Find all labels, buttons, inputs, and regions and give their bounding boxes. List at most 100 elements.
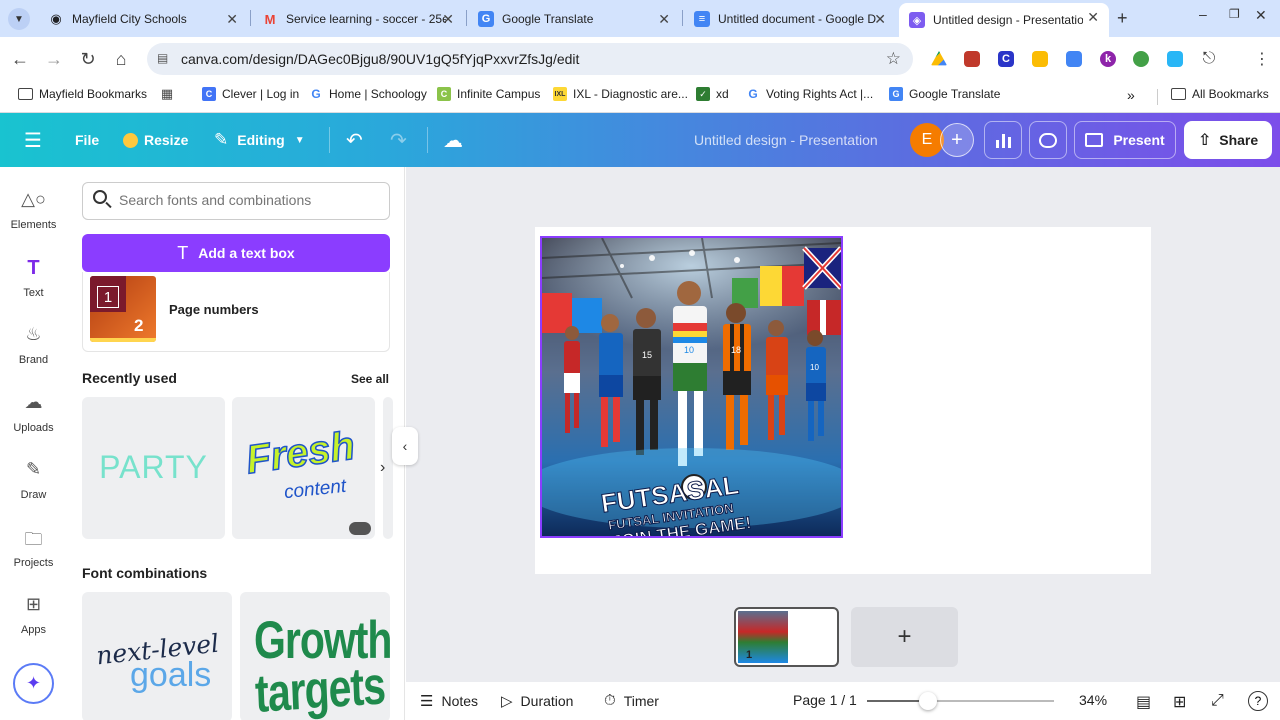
more-menu-icon[interactable]: ⋮: [1250, 47, 1274, 71]
search-input[interactable]: [119, 192, 379, 208]
bookmark-infinite-campus[interactable]: C Infinite Campus: [437, 87, 540, 101]
yellow-extension-icon[interactable]: [1032, 51, 1048, 67]
rail-item-apps[interactable]: ⊞ Apps: [0, 594, 67, 636]
comments-button[interactable]: [1029, 121, 1067, 159]
page-indicator[interactable]: Page 1 / 1: [793, 692, 857, 708]
tab-mayfield[interactable]: ◉ Mayfield City Schools ✕: [38, 5, 248, 33]
bookmark-ixl[interactable]: IXL IXL - Diagnostic are...: [553, 87, 688, 101]
add-collaborator-button[interactable]: +: [940, 123, 974, 157]
back-arrow-icon[interactable]: ←: [8, 47, 32, 71]
recent-party-card[interactable]: PARTY: [82, 397, 225, 539]
futsal-poster-image[interactable]: 15 10 18 10 FUTSASAL FUTSAL INVITATION J…: [540, 236, 843, 538]
download-extension-icon[interactable]: [1167, 51, 1183, 67]
share-button[interactable]: ⇧ Share: [1184, 121, 1272, 159]
reload-icon[interactable]: ↻: [76, 47, 100, 71]
book-extension-icon[interactable]: [964, 51, 980, 67]
avatar[interactable]: E: [910, 123, 944, 157]
rail-item-text[interactable]: T Text: [0, 257, 67, 299]
add-text-box-button[interactable]: T Add a text box: [82, 234, 390, 272]
see-all-link[interactable]: See all: [351, 372, 389, 386]
pencil-icon: ✎: [214, 130, 229, 149]
translate-icon: G: [889, 87, 903, 101]
bookmark-star-icon[interactable]: ☆: [886, 49, 901, 69]
kami-extension-icon[interactable]: k: [1100, 51, 1116, 67]
timer-button[interactable]: ⏱ Timer: [604, 692, 659, 709]
help-icon[interactable]: ?: [1248, 691, 1268, 711]
forward-arrow-icon[interactable]: →: [42, 47, 66, 71]
comment-icon: [1039, 132, 1057, 148]
undo-icon[interactable]: ↶: [346, 113, 363, 167]
tab-google-docs[interactable]: ≡ Untitled document - Google D ✕: [684, 5, 896, 33]
minimize-icon[interactable]: –: [1199, 6, 1207, 22]
recent-fresh-content-card[interactable]: Fresh content: [232, 397, 375, 539]
home-icon[interactable]: ⌂: [109, 47, 133, 71]
google-icon: G: [748, 87, 758, 101]
tab-canva-design[interactable]: ◈ Untitled design - Presentation ✕: [899, 3, 1109, 37]
combo-growth-targets-card[interactable]: Growth targets: [240, 592, 390, 720]
page-numbers-item[interactable]: 1 2 Page numbers: [82, 272, 390, 352]
translate-extension-icon[interactable]: [1066, 51, 1082, 67]
resize-button[interactable]: Resize: [123, 113, 188, 167]
bookmark-schoology[interactable]: G Home | Schoology: [309, 87, 427, 101]
restore-icon[interactable]: ❐: [1229, 7, 1240, 21]
close-tab-icon[interactable]: ✕: [1087, 9, 1099, 26]
rail-item-draw[interactable]: ✎ Draw: [0, 459, 67, 501]
address-bar[interactable]: ▤ canva.com/design/DAGec0Bjgu8/90UV1gQ5f…: [147, 43, 913, 75]
premium-badge-icon: [349, 522, 371, 535]
rail-item-elements[interactable]: △○ Elements: [0, 189, 67, 231]
grammar-extension-icon[interactable]: [1133, 51, 1149, 67]
bookmarks-overflow-icon[interactable]: »: [1127, 87, 1135, 103]
present-button[interactable]: Present: [1074, 121, 1176, 159]
insights-button[interactable]: [984, 121, 1022, 159]
tab-service-learning[interactable]: M Service learning - soccer - 25e ✕: [252, 5, 464, 33]
zoom-level[interactable]: 34%: [1079, 692, 1107, 708]
drive-extension-icon[interactable]: [931, 51, 947, 66]
pages-view-icon[interactable]: ▤: [1136, 692, 1151, 712]
cloud-saved-icon[interactable]: ☁: [443, 113, 463, 167]
xd-icon: ✓: [696, 87, 710, 101]
bookmark-clever[interactable]: C Clever | Log in: [202, 87, 299, 101]
tab-google-translate[interactable]: G Google Translate ✕: [468, 5, 680, 33]
design-title[interactable]: Untitled design - Presentation: [694, 113, 878, 167]
new-tab-button[interactable]: +: [1117, 8, 1128, 29]
all-bookmarks[interactable]: All Bookmarks: [1171, 87, 1269, 101]
apps-icon: ⊞: [25, 594, 42, 614]
file-menu-button[interactable]: File: [75, 113, 99, 167]
magic-assistant-button[interactable]: ✦: [13, 663, 54, 704]
close-tab-icon[interactable]: ✕: [442, 11, 454, 28]
close-window-icon[interactable]: ✕: [1255, 7, 1267, 24]
bookmark-mayfield[interactable]: Mayfield Bookmarks: [18, 87, 147, 101]
rail-item-uploads[interactable]: ☁ Uploads: [0, 392, 67, 434]
rail-item-brand[interactable]: ♨ Brand: [0, 324, 67, 366]
site-info-icon[interactable]: ▤: [157, 51, 168, 65]
bookmark-google-translate[interactable]: G Google Translate: [889, 87, 1000, 101]
combo-next-level-goals-card[interactable]: next-level goals: [82, 592, 232, 720]
main-menu-icon[interactable]: ☰: [24, 113, 42, 167]
notes-button[interactable]: ☰ Notes: [420, 692, 478, 710]
redo-icon[interactable]: ↷: [390, 113, 407, 167]
bookmark-xd[interactable]: ✓ xd: [696, 87, 729, 101]
add-page-button[interactable]: +: [851, 607, 958, 667]
bookmark-apps[interactable]: ▦: [160, 86, 180, 101]
font-search-box[interactable]: [82, 182, 390, 220]
slide-page[interactable]: 15 10 18 10 FUTSASAL FUTSAL INVITATION J…: [535, 227, 1151, 574]
page-thumbnail[interactable]: 1: [734, 607, 839, 667]
chevron-down-icon: ▼: [294, 134, 305, 146]
editing-mode-button[interactable]: ✎ Editing ▼: [214, 113, 305, 167]
zoom-slider-handle[interactable]: [919, 692, 937, 710]
tab-search-button[interactable]: ▼: [8, 8, 30, 30]
close-tab-icon[interactable]: ✕: [874, 11, 886, 28]
close-tab-icon[interactable]: ✕: [226, 11, 238, 28]
close-tab-icon[interactable]: ✕: [658, 11, 670, 28]
collapse-panel-button[interactable]: ‹: [392, 427, 418, 465]
fullscreen-icon[interactable]: ⤢: [1211, 692, 1224, 710]
extensions-puzzle-icon[interactable]: ⎋: [1197, 47, 1221, 71]
shapes-icon: △○: [21, 189, 46, 209]
duration-button[interactable]: ▷ Duration: [501, 692, 573, 710]
grid-view-icon[interactable]: ⊞: [1173, 692, 1186, 712]
rail-item-projects[interactable]: 🗀 Projects: [0, 527, 67, 569]
c-extension-icon[interactable]: C: [998, 51, 1014, 67]
carousel-next-icon[interactable]: ›: [380, 459, 385, 477]
zoom-slider[interactable]: [867, 692, 1054, 710]
bookmark-voting-rights[interactable]: G Voting Rights Act |...: [746, 87, 873, 101]
